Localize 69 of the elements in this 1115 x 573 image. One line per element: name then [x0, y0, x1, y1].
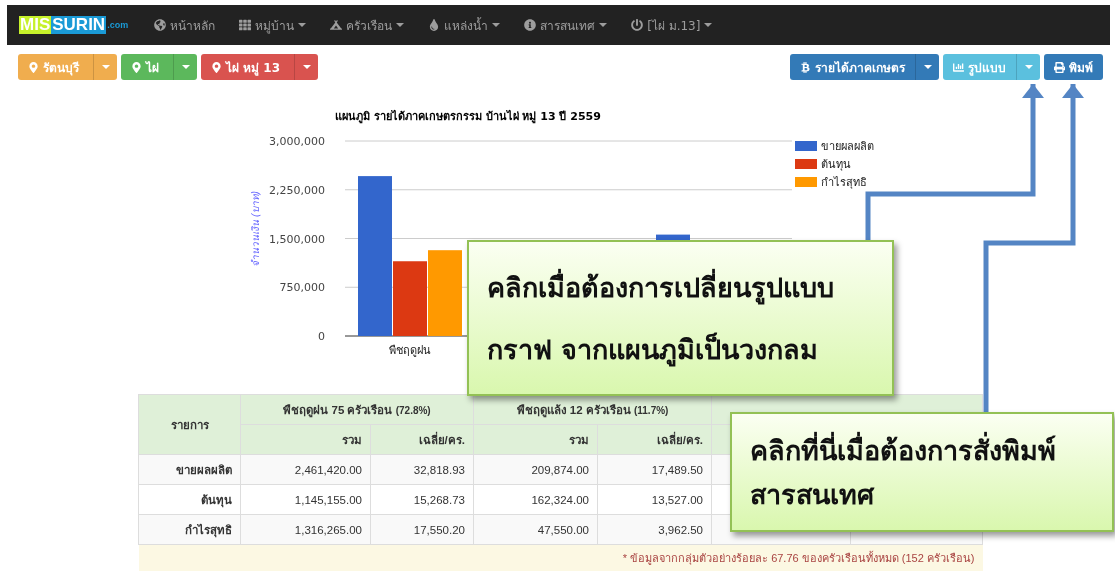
globe-icon [154, 19, 167, 31]
nav-menu-item[interactable]: หน้าหลัก [154, 15, 216, 35]
print-icon [1054, 61, 1065, 73]
caret-icon [1024, 65, 1033, 69]
caret-icon [302, 65, 311, 69]
table-cell: 1,145,155.00 [240, 484, 371, 515]
chart-title: แผนภูมิ รายได้ภาคเกษตรกรรม บ้านไผ่ หมู่ 13 ปี 2559 [335, 110, 601, 123]
nav-menu-item[interactable]: แหล่งน้ำ [428, 15, 501, 35]
table-footnote: * ข้อมูลจากกลุ่มตัวอย่างร้อยละ 67.76 ของครัวเรือนทั้งหมด (152 ครัวเรือน) [138, 544, 983, 571]
legend-label: ขายผลผลิต [821, 140, 874, 153]
y-tick-label: 2,250,000 [269, 183, 325, 197]
callout-text: คลิกที่นี่เมื่อต้องการสั่งพิมพ์ [750, 431, 1057, 468]
row-header: ต้นทุน [138, 484, 241, 515]
column-group-header: พืชฤดูแล้ง 12 ครัวเรือน (11.7%) [473, 394, 712, 425]
power-icon [631, 19, 644, 31]
bar-chart-icon [953, 61, 964, 73]
callout-text: คลิกเมื่อต้องการเปลี่ยนรูปแบบ [487, 268, 835, 307]
toolbar-button[interactable]: รายได้ภาคเกษตร [790, 54, 915, 80]
tent-icon [330, 19, 343, 31]
table-cell: 1,316,265.00 [240, 514, 371, 545]
table-cell: 209,874.00 [473, 454, 598, 485]
nav-menu-item[interactable]: ครัวเรือน [330, 15, 405, 35]
table-cell: 32,818.93 [370, 454, 474, 485]
column-header: รายการ [138, 394, 241, 455]
location-button[interactable]: ไผ่ หมู่ 13 [201, 54, 295, 80]
map-pin-icon [28, 61, 39, 73]
water-drop-icon [428, 19, 441, 31]
column-group-header: พืชฤดูฝน 75 ครัวเรือน (72.8%) [240, 394, 474, 425]
column-header: รวม [240, 424, 371, 455]
dropdown-toggle[interactable] [173, 54, 197, 80]
column-header: รวม [473, 424, 598, 455]
row-header: กำไรสุทธิ [138, 514, 241, 545]
column-header: เฉลี่ย/คร. [370, 424, 474, 455]
table-cell: 47,550.00 [473, 514, 598, 545]
caret-icon [923, 65, 932, 69]
nav-menu-item[interactable]: หมู่บ้าน [239, 15, 307, 35]
dropdown-toggle[interactable] [294, 54, 319, 80]
dropdown-toggle[interactable] [93, 54, 117, 80]
callout-text: สารสนเทศ [750, 477, 876, 512]
dropdown-toggle[interactable] [915, 54, 939, 80]
table-cell: 13,527.00 [597, 484, 712, 515]
x-category-label: พืชฤดูฝน [389, 344, 431, 357]
column-header: เฉลี่ย/คร. [597, 424, 712, 455]
y-tick-label: 3,000,000 [269, 135, 325, 148]
y-tick-label: 750,000 [279, 281, 325, 295]
nav-menu-item[interactable]: [ไผ่ ม.13] [631, 15, 713, 35]
y-tick-label: 0 [318, 330, 325, 343]
info-icon [524, 19, 537, 31]
baht-icon [800, 61, 811, 73]
map-pin-icon [211, 61, 222, 73]
y-axis-label: จำนวนเงิน (บาท) [250, 190, 261, 268]
caret-icon [181, 65, 190, 69]
y-tick-label: 1,500,000 [269, 232, 325, 246]
toolbar-button[interactable]: พิมพ์ [1044, 54, 1103, 80]
legend-label: ต้นทุน [821, 158, 851, 171]
row-header: ขายผลผลิต [138, 454, 241, 485]
nav-menu-item[interactable]: สารสนเทศ [524, 15, 608, 35]
table-cell: 15,268.73 [370, 484, 474, 515]
table-cell: 162,324.00 [473, 484, 598, 515]
table-cell: 17,489.50 [597, 454, 712, 485]
table-cell: 2,461,420.00 [240, 454, 371, 485]
legend-label: กำไรสุทธิ [821, 176, 867, 189]
map-pin-icon [131, 61, 142, 73]
caret-icon [101, 65, 110, 69]
table-cell: 3,962.50 [597, 514, 712, 545]
grid-icon [239, 19, 252, 31]
dropdown-toggle[interactable] [1016, 54, 1040, 80]
callout-text: กราฟ จากแผนภูมิเป็นวงกลม [487, 331, 820, 369]
table-cell: 17,550.20 [370, 514, 474, 545]
